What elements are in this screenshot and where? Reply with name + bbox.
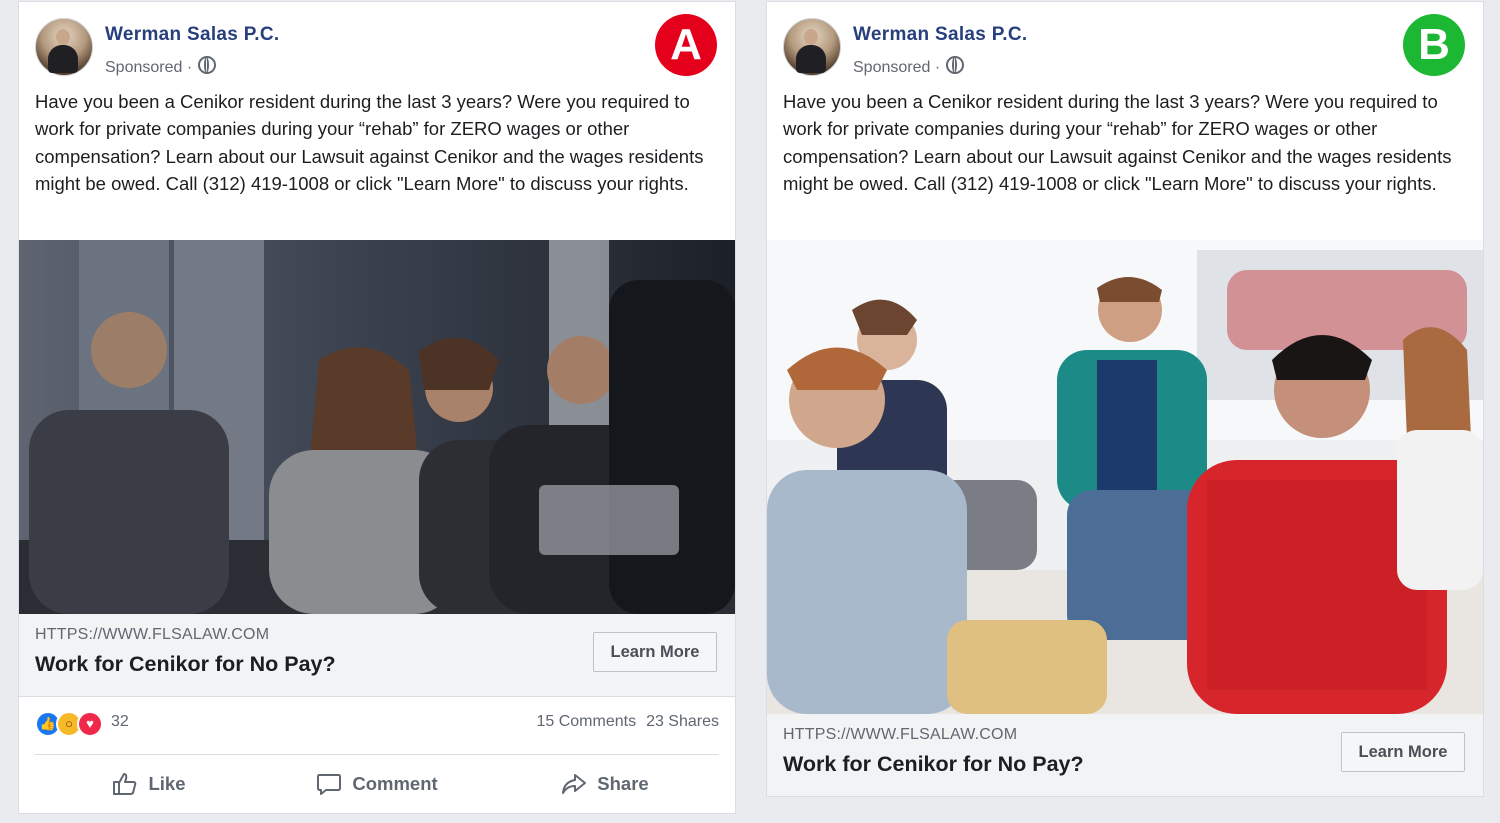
comment-button[interactable]: Comment (263, 756, 491, 812)
sponsored-text: Sponsored · (105, 59, 193, 76)
reactions-summary: 👍 ○ ♥ 32 15 Comments 23 Shares (35, 708, 719, 740)
post-body-text: Have you been a Cenikor resident during … (783, 91, 1452, 194)
ad-card-a: Werman Salas P.C. Sponsored · A Have you… (19, 2, 735, 813)
link-preview[interactable]: HTTPS://WWW.FLSALAW.COM Work for Cenikor… (19, 614, 735, 697)
share-button[interactable]: Share (491, 756, 719, 812)
comment-icon (317, 774, 342, 795)
comments-count[interactable]: 15 Comments (536, 713, 636, 730)
globe-icon (198, 56, 217, 74)
post-header: Werman Salas P.C. Sponsored · (783, 18, 1463, 78)
avatar[interactable] (783, 18, 841, 76)
post-header: Werman Salas P.C. Sponsored · (35, 18, 715, 78)
ad-image-b[interactable] (767, 240, 1483, 714)
link-preview[interactable]: HTTPS://WWW.FLSALAW.COM Work for Cenikor… (767, 714, 1483, 796)
like-button[interactable]: Like (35, 756, 263, 812)
reaction-count[interactable]: 32 (111, 713, 129, 731)
love-reaction-icon: ♥ (77, 711, 103, 737)
shares-count[interactable]: 23 Shares (646, 713, 719, 730)
comment-label: Comment (352, 773, 438, 794)
engagement-counts: 15 Comments 23 Shares (526, 713, 719, 731)
page-name-link[interactable]: Werman Salas P.C. (853, 24, 1027, 46)
sponsored-label: Sponsored · (853, 56, 965, 77)
avatar[interactable] (35, 18, 93, 76)
post-body-text: Have you been a Cenikor resident during … (35, 91, 704, 194)
post-actions: Like Comment Share (35, 756, 719, 812)
share-label: Share (597, 773, 649, 794)
globe-icon (946, 56, 965, 74)
like-label: Like (148, 773, 186, 794)
thumbs-up-icon (113, 773, 137, 795)
learn-more-button[interactable]: Learn More (593, 632, 717, 672)
ad-card-b: Werman Salas P.C. Sponsored · B Have you… (767, 2, 1483, 796)
variant-badge-b: B (1403, 14, 1465, 76)
link-title[interactable]: Work for Cenikor for No Pay? (783, 752, 1084, 777)
divider (35, 754, 719, 755)
link-title[interactable]: Work for Cenikor for No Pay? (35, 652, 336, 677)
sponsored-text: Sponsored · (853, 59, 941, 76)
share-arrow-icon (562, 774, 587, 794)
ad-image-a[interactable] (19, 240, 735, 614)
page-name-link[interactable]: Werman Salas P.C. (105, 24, 279, 46)
learn-more-button[interactable]: Learn More (1341, 732, 1465, 772)
sponsored-label: Sponsored · (105, 56, 217, 77)
link-url: HTTPS://WWW.FLSALAW.COM (783, 726, 1018, 743)
link-url: HTTPS://WWW.FLSALAW.COM (35, 626, 270, 643)
variant-badge-a: A (655, 14, 717, 76)
